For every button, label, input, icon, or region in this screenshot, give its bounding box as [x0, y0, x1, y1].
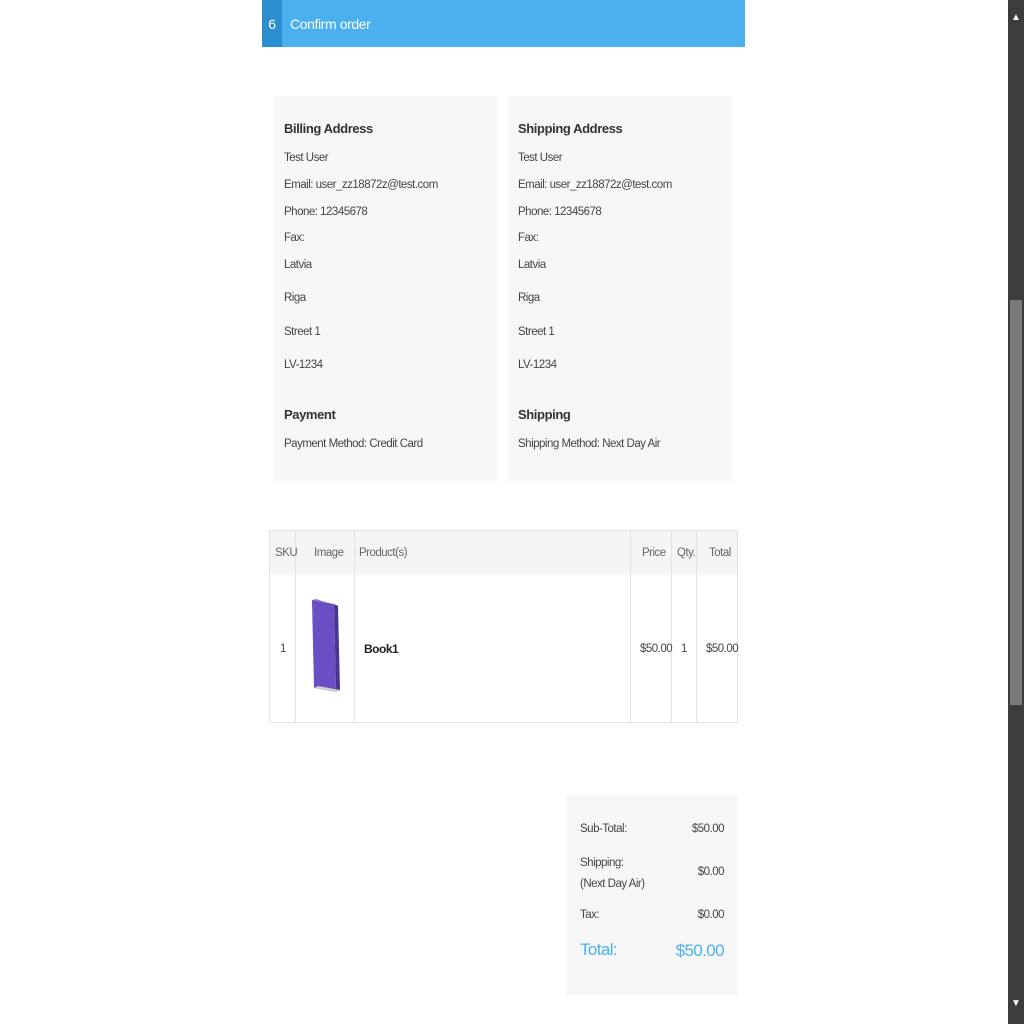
step-header[interactable]: 6 Confirm order	[262, 0, 745, 47]
shipping-address-box: Shipping Address Test User Email: user_z…	[508, 96, 732, 481]
shipping-country: Latvia	[518, 259, 546, 271]
header-total: Total	[709, 547, 731, 559]
book-icon[interactable]	[310, 598, 340, 694]
row-qty: 1	[681, 643, 687, 655]
arrow-up-icon[interactable]: ▲	[1008, 8, 1024, 26]
billing-country: Latvia	[284, 259, 312, 271]
payment-method: Payment Method: Credit Card	[284, 438, 423, 450]
column-divider	[354, 531, 355, 722]
header-price: Price	[642, 547, 666, 559]
step-number: 6	[262, 0, 282, 47]
shipping-city: Riga	[518, 292, 540, 304]
shipping-method: Shipping Method: Next Day Air	[518, 438, 661, 450]
billing-address-heading: Billing Address	[284, 121, 373, 136]
shipping-phone: Phone: 12345678	[518, 206, 602, 218]
shipping-method-heading: Shipping	[518, 407, 571, 422]
shipping-street: Street 1	[518, 326, 555, 338]
billing-city: Riga	[284, 292, 306, 304]
header-sku: SKU	[275, 547, 298, 559]
header-image: Image	[314, 547, 344, 559]
tax-label: Tax:	[580, 909, 600, 921]
billing-email: Email: user_zz18872z@test.com	[284, 179, 438, 191]
shipping-name: Test User	[518, 152, 563, 164]
billing-phone: Phone: 12345678	[284, 206, 368, 218]
row-total: $50.00	[706, 643, 739, 655]
arrow-down-icon[interactable]: ▼	[1008, 994, 1024, 1012]
step-title: Confirm order	[290, 15, 371, 32]
shipping-value: $0.00	[697, 866, 725, 878]
billing-zip: LV-1234	[284, 359, 323, 371]
shipping-address-heading: Shipping Address	[518, 121, 623, 136]
row-product-name[interactable]: Book1	[364, 575, 399, 723]
tax-value: $0.00	[697, 909, 725, 921]
shipping-email: Email: user_zz18872z@test.com	[518, 179, 672, 191]
header-qty: Qty.	[677, 547, 696, 559]
shipping-label: Shipping: (Next Day Air)	[580, 857, 645, 890]
total-value: $50.00	[675, 941, 725, 960]
scroll-thumb[interactable]	[1010, 300, 1022, 705]
shipping-zip: LV-1234	[518, 359, 557, 371]
billing-address-box: Billing Address Test User Email: user_zz…	[274, 96, 498, 481]
column-divider	[630, 531, 631, 722]
scrollbar[interactable]: ▲ ▼	[1008, 0, 1024, 1024]
billing-street: Street 1	[284, 326, 321, 338]
subtotal-label: Sub-Total:	[580, 823, 627, 835]
subtotal-value: $50.00	[691, 823, 725, 835]
order-totals: Sub-Total: $50.00 Shipping: (Next Day Ai…	[566, 795, 738, 995]
column-divider	[696, 531, 697, 722]
shipping-fax: Fax:	[518, 232, 539, 244]
billing-name: Test User	[284, 152, 329, 164]
payment-heading: Payment	[284, 407, 336, 422]
checkout-page: 6 Confirm order Billing Address Test Use…	[0, 0, 1008, 1024]
row-price: $50.00	[640, 643, 673, 655]
billing-fax: Fax:	[284, 232, 305, 244]
row-sku: 1	[280, 643, 286, 655]
total-label: Total:	[580, 940, 618, 959]
header-product: Product(s)	[359, 547, 408, 559]
